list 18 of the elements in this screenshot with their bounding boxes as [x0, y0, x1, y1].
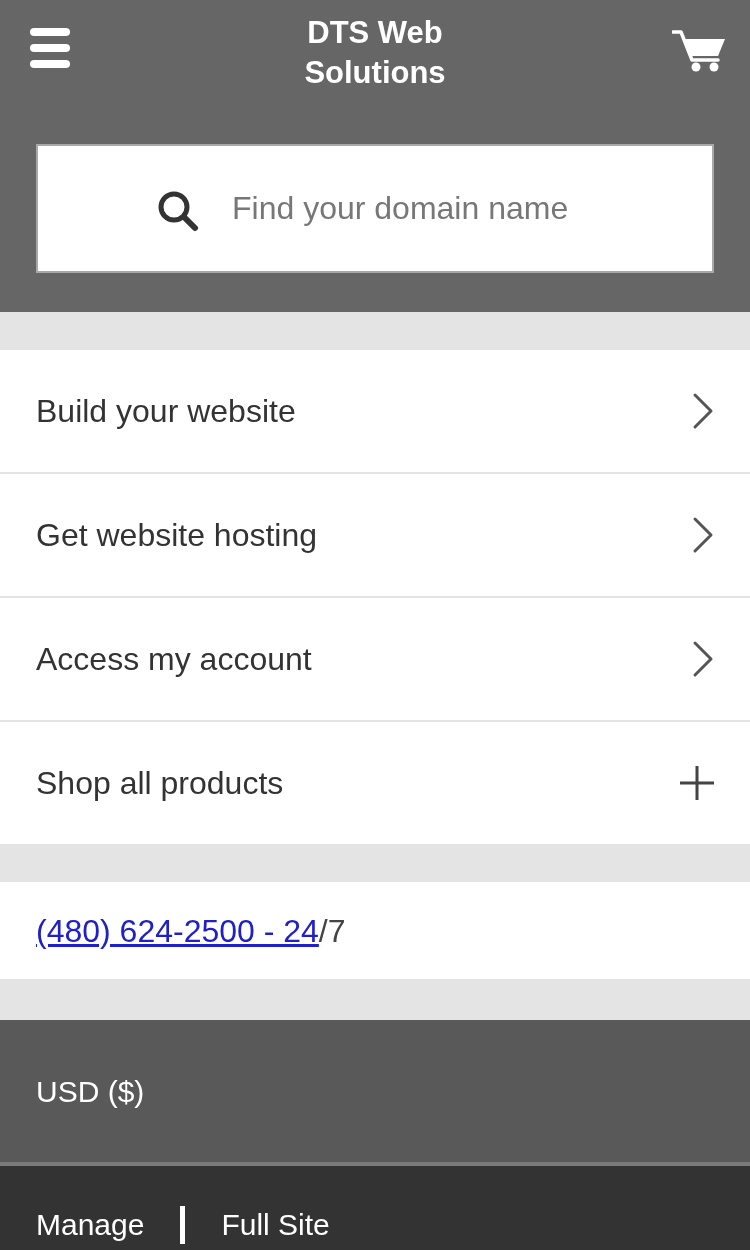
search-icon	[157, 190, 199, 232]
menu-item[interactable]: Access my account	[0, 598, 750, 720]
footer-link[interactable]: Manage	[36, 1206, 145, 1244]
menu-icon[interactable]	[30, 28, 70, 68]
cart-icon[interactable]	[672, 30, 726, 72]
site-title: DTS Web Solutions	[303, 14, 447, 92]
menu-item[interactable]: Shop all products	[0, 722, 750, 844]
chevron-right-icon	[692, 640, 714, 678]
menu-item[interactable]: Get website hosting	[0, 474, 750, 596]
phone-link[interactable]: (480) 624-2500 - 24	[36, 906, 319, 955]
chevron-right-icon	[692, 516, 714, 554]
currency-selector[interactable]: USD ($)	[0, 1020, 750, 1162]
search-field[interactable]: Find your domain name	[36, 144, 714, 273]
availability-text: /7	[318, 911, 346, 951]
plus-icon	[680, 766, 714, 800]
menu-item[interactable]: Build your website	[0, 350, 750, 472]
footer-link[interactable]: Full Site	[221, 1206, 330, 1244]
chevron-right-icon	[692, 392, 714, 430]
